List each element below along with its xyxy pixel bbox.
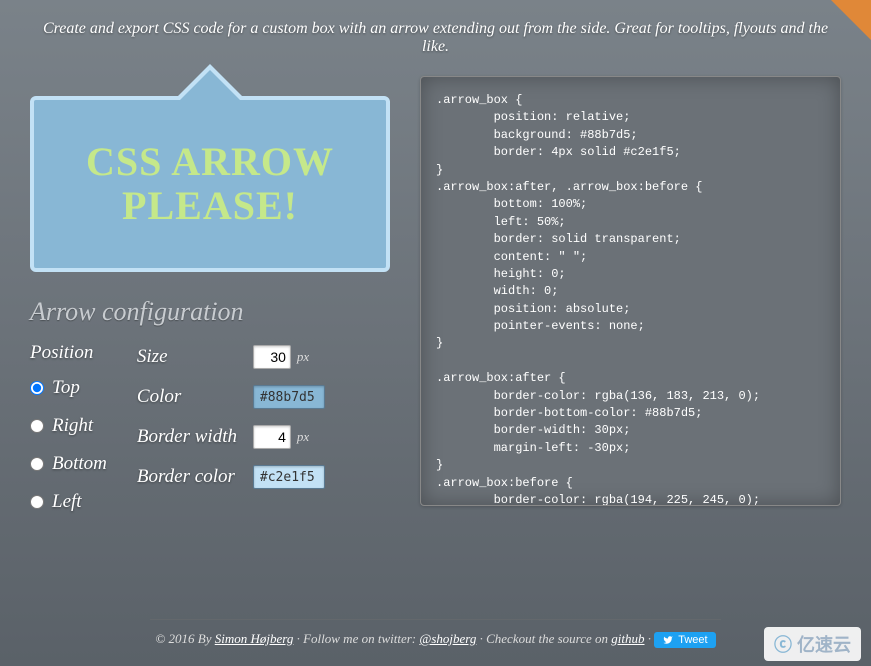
twitter-link[interactable]: @shojberg xyxy=(419,631,476,646)
size-label: Size xyxy=(137,346,247,368)
config-heading: Arrow configuration xyxy=(30,297,390,327)
position-option-top[interactable]: Top xyxy=(52,377,80,399)
preview-box: CSS ARROW PLEASE! xyxy=(30,96,390,272)
color-label: Color xyxy=(137,386,247,408)
code-output[interactable]: .arrow_box { position: relative; backgro… xyxy=(420,76,841,506)
github-link[interactable]: github xyxy=(611,631,644,646)
border-width-unit: px xyxy=(297,429,309,445)
tweet-button[interactable]: Tweet xyxy=(654,632,715,648)
border-width-label: Border width xyxy=(137,426,247,448)
position-radio-left[interactable] xyxy=(30,495,44,509)
twitter-icon xyxy=(662,635,674,645)
position-label: Position xyxy=(30,342,107,364)
author-link[interactable]: Simon Højberg xyxy=(215,631,294,646)
preview-title: CSS ARROW PLEASE! xyxy=(54,140,366,228)
border-color-input[interactable] xyxy=(253,465,325,489)
position-option-bottom[interactable]: Bottom xyxy=(52,453,107,475)
position-radio-bottom[interactable] xyxy=(30,457,44,471)
footer: © 2016 By Simon Højberg · Follow me on t… xyxy=(0,619,871,648)
watermark: ⓒ 亿速云 xyxy=(764,627,861,661)
corner-ribbon xyxy=(831,0,871,40)
border-width-input[interactable] xyxy=(253,425,291,449)
border-color-label: Border color xyxy=(137,466,247,488)
position-option-left[interactable]: Left xyxy=(52,491,82,513)
position-radio-right[interactable] xyxy=(30,419,44,433)
footer-year: © 2016 By xyxy=(155,631,214,646)
size-unit: px xyxy=(297,349,309,365)
tagline: Create and export CSS code for a custom … xyxy=(0,0,871,66)
footer-end: · xyxy=(645,631,655,646)
position-option-right[interactable]: Right xyxy=(52,415,93,437)
color-input[interactable] xyxy=(253,385,325,409)
footer-follow: · Follow me on twitter: xyxy=(293,631,419,646)
footer-checkout: · Checkout the source on xyxy=(476,631,611,646)
size-input[interactable] xyxy=(253,345,291,369)
position-radio-top[interactable] xyxy=(30,381,44,395)
